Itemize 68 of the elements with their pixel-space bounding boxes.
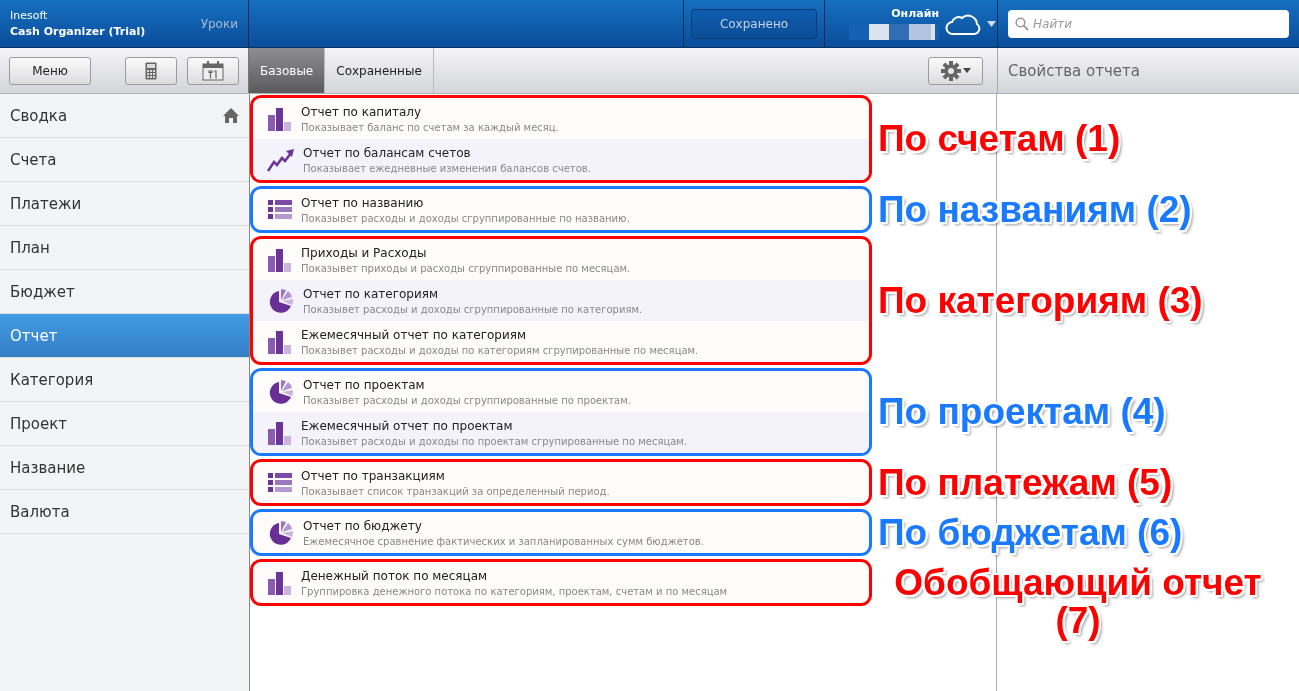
annotation-label: По проектам (4) xyxy=(878,393,1166,431)
saved-button[interactable]: Сохранено xyxy=(691,8,817,39)
menu-button[interactable]: Меню xyxy=(9,56,91,85)
search-icon xyxy=(1015,16,1029,31)
list-icon xyxy=(267,198,293,221)
pie-chart-icon xyxy=(267,286,295,315)
sidebar-item[interactable]: Категория xyxy=(0,358,249,402)
report-title[interactable]: Отчет по проектам xyxy=(303,377,631,392)
sidebar-item[interactable]: Название xyxy=(0,446,249,490)
bar-chart-icon xyxy=(267,419,293,446)
app-title: Cash Organizer (Trial) xyxy=(10,25,146,38)
calendar-button[interactable] xyxy=(187,56,239,85)
report-title[interactable]: Ежемесячный отчет по категориям xyxy=(301,327,699,342)
report-title[interactable]: Приходы и Расходы xyxy=(301,245,631,260)
report-description: Показывает ежедневные изменения балансов счетов. xyxy=(303,162,591,174)
calculator-icon xyxy=(145,61,157,80)
report-description: Показывет расходы и доходы по категориям сгрупированные по месяцам. xyxy=(301,344,699,356)
sidebar-item[interactable]: Сводка xyxy=(0,94,249,138)
annotation-label: По счетам (1) xyxy=(878,120,1121,158)
sidebar-item[interactable]: Платежи xyxy=(0,182,249,226)
report-title[interactable]: Отчет по категориям xyxy=(303,286,643,301)
sidebar-item[interactable]: Валюта xyxy=(0,490,249,534)
report-description: Показывет расходы и доходы сгруппированные по проектам. xyxy=(303,394,631,406)
report-description: Ежемесячное сравнение фактических и запланированных сумм бюджетов. xyxy=(303,535,704,547)
pie-chart-icon xyxy=(267,518,295,547)
report-description: Показывет расходы и доходы сгруппированные по категориям. xyxy=(303,303,643,315)
company-name: Inesoft xyxy=(10,9,49,22)
annotation-label: По категориям (3) xyxy=(878,281,1203,320)
report-title[interactable]: Отчет по бюджету xyxy=(303,518,704,533)
report-description: Показывет расходы и доходы по проектам сгрупированные по месяцам. xyxy=(301,435,688,447)
bar-chart-icon xyxy=(267,328,293,355)
annotation-label: Обобщающий отчет (7) xyxy=(893,563,1263,640)
pie-chart-icon xyxy=(267,377,295,406)
annotation-label: По бюджетам (6) xyxy=(878,513,1183,552)
report-description: Показывает баланс по счетам за каждый месяц. xyxy=(301,121,559,133)
report-description: Показывает список транзакций за определенный период. xyxy=(301,485,610,497)
report-tab[interactable]: Базовые xyxy=(249,48,326,93)
sync-indicator-icon xyxy=(849,24,939,40)
report-description: Группировка денежного потока по категориям, проектам, счетам и по месяцам xyxy=(301,585,728,597)
report-title[interactable]: Отчет по названию xyxy=(301,195,630,210)
report-title[interactable]: Денежный поток по месяцам xyxy=(301,568,728,583)
dropdown-caret-icon xyxy=(962,68,971,73)
bar-chart-icon xyxy=(267,246,293,273)
annotation-label: По платежам (5) xyxy=(878,463,1173,502)
dropdown-caret-icon[interactable] xyxy=(987,20,996,27)
sidebar-item[interactable]: Отчет xyxy=(0,314,249,358)
report-properties-title: Свойства отчета xyxy=(1007,60,1141,82)
settings-button[interactable] xyxy=(928,56,983,85)
report-description: Показывет расходы и доходы сгруппированные по названию. xyxy=(301,212,630,224)
sidebar-item[interactable]: Счета xyxy=(0,138,249,182)
bar-chart-icon xyxy=(267,105,293,132)
list-icon xyxy=(267,471,293,494)
online-label: Онлайн xyxy=(891,7,939,20)
settings-icon xyxy=(940,60,961,81)
search-field[interactable]: Найти xyxy=(1008,9,1289,38)
report-title[interactable]: Отчет по транзакциям xyxy=(301,468,610,483)
sidebar-item[interactable]: План xyxy=(0,226,249,270)
report-tab[interactable]: Сохраненные xyxy=(325,48,434,93)
trend-arrow-icon xyxy=(267,147,295,172)
sidebar-item[interactable]: Проект xyxy=(0,402,249,446)
report-title[interactable]: Отчет по балансам счетов xyxy=(303,145,591,160)
calculator-button[interactable] xyxy=(125,56,177,85)
annotation-label: По названиям (2) xyxy=(878,190,1192,229)
report-title[interactable]: Ежемесячный отчет по проектам xyxy=(301,418,688,433)
calendar-icon xyxy=(202,60,224,81)
report-title[interactable]: Отчет по капиталу xyxy=(301,104,559,119)
bar-chart-icon xyxy=(267,569,293,596)
report-description: Показывет приходы и расходы сгруппированные по месяцам. xyxy=(301,262,631,274)
